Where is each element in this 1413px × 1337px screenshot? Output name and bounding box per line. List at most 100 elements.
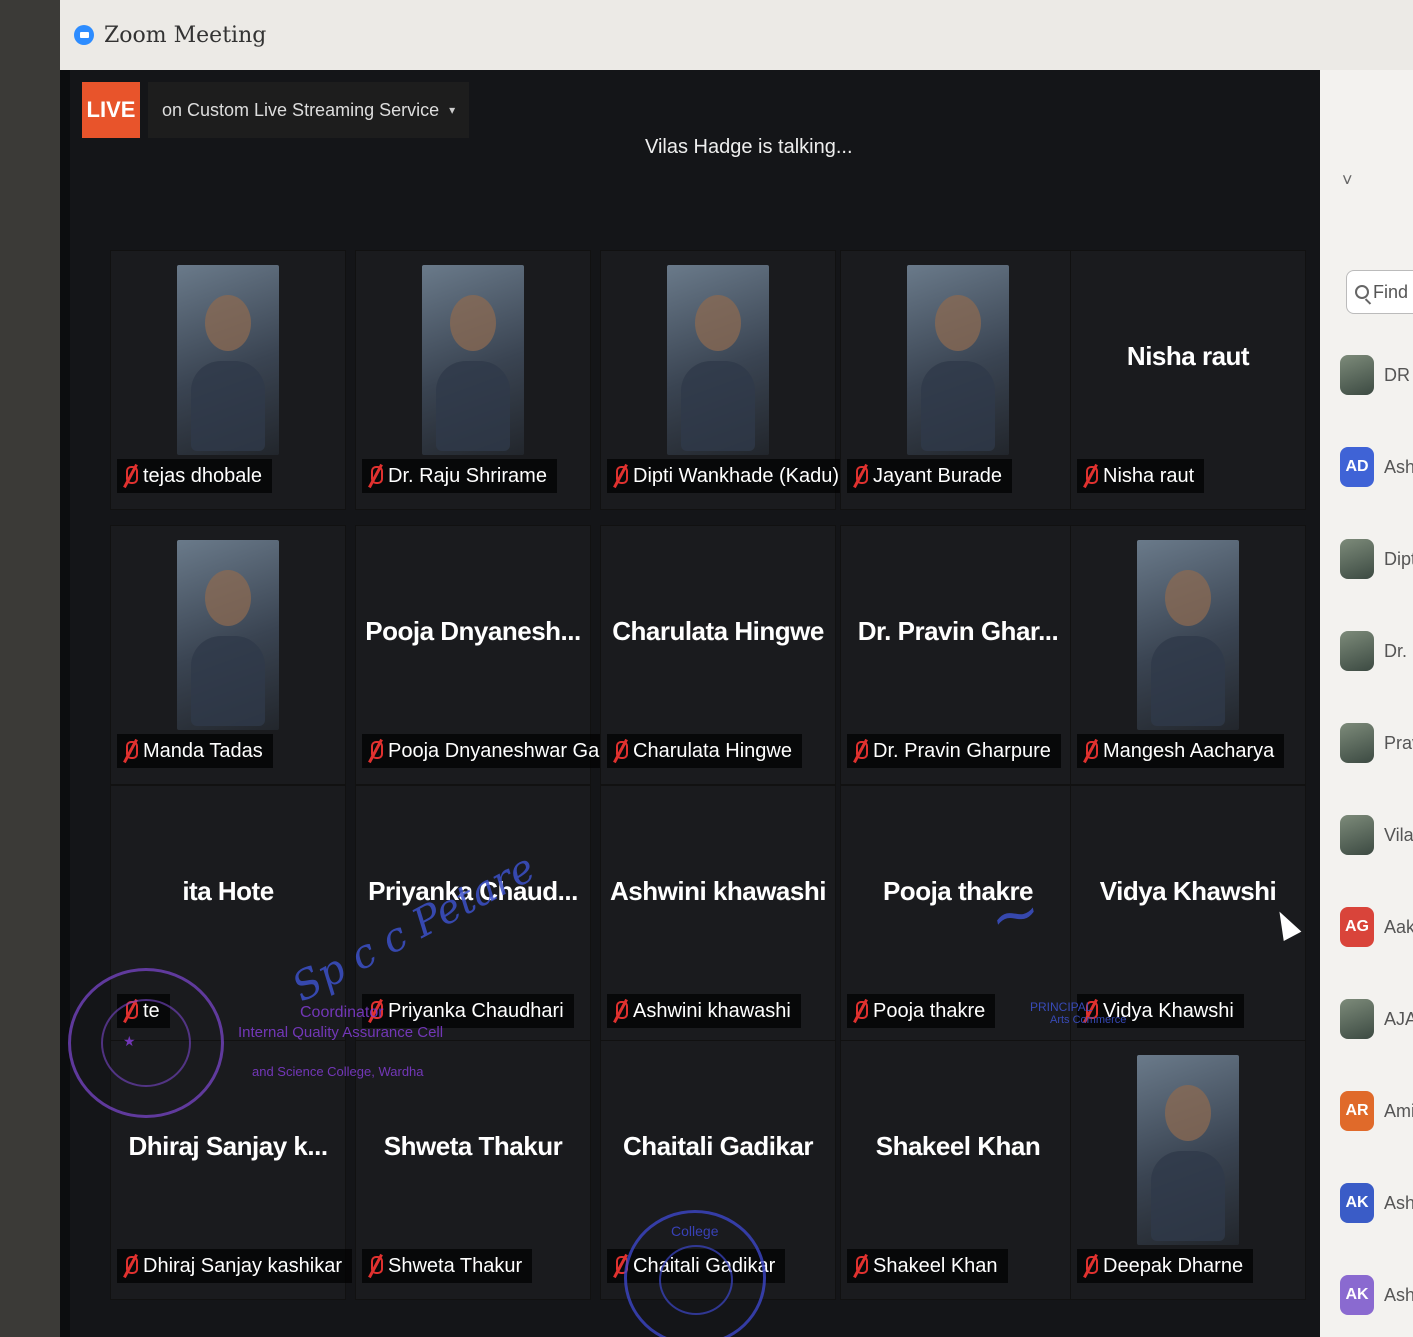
- participant-tile[interactable]: Manda Tadas: [110, 525, 346, 785]
- participant-tile[interactable]: Shakeel Khan Shakeel Khan: [840, 1040, 1076, 1300]
- participant-display-name: Nisha raut: [1126, 341, 1250, 371]
- participant-display-name: Dr. Pravin Ghar...: [857, 616, 1059, 646]
- avatar: [1340, 999, 1374, 1039]
- participant-list-item[interactable]: AR Amit R: [1340, 1091, 1413, 1131]
- participant-display-name: Dhiraj Sanjay k...: [128, 1131, 328, 1161]
- participant-display-name: Ashwini khawashi: [610, 876, 826, 906]
- video-gallery: LIVE on Custom Live Streaming Service ▾ …: [70, 70, 1320, 1337]
- participant-list-item[interactable]: Dr. I: [1340, 631, 1413, 671]
- mic-muted-icon: [1083, 739, 1098, 763]
- mic-muted-icon: [613, 464, 628, 488]
- participant-display-name: ita Hote: [182, 876, 274, 906]
- participant-tile[interactable]: Nisha raut Nisha raut: [1070, 250, 1306, 510]
- window-title: Zoom Meeting: [104, 22, 267, 48]
- participant-list-name: DR: [1384, 364, 1410, 385]
- participant-name-tag: Manda Tadas: [117, 734, 273, 768]
- find-participant-input[interactable]: Find: [1346, 270, 1413, 314]
- participant-name-tag: Mangesh Aacharya: [1077, 734, 1285, 768]
- search-icon: [1355, 285, 1369, 299]
- participant-list-item[interactable]: Dipt: [1340, 539, 1413, 579]
- participant-name-tag: Priyanka Chaudhari: [362, 994, 574, 1028]
- participant-tile[interactable]: Jayant Burade: [840, 250, 1076, 510]
- participant-display-name: Shakeel Khan: [875, 1131, 1041, 1161]
- participant-list-item[interactable]: AJAY: [1340, 999, 1413, 1039]
- avatar: [1340, 355, 1374, 395]
- principal-label: PRINCIPAL: [1030, 1000, 1093, 1014]
- participant-tile[interactable]: Pooja Dnyanesh... Pooja Dnyaneshwar Gadge: [355, 525, 643, 785]
- monitor-bezel: [0, 0, 60, 1337]
- participant-name: Nisha raut: [1103, 464, 1195, 487]
- iqac-label: Internal Quality Assurance Cell: [238, 1024, 444, 1041]
- participant-name-tag: tejas dhobale: [117, 459, 272, 493]
- participant-list-name: Ashles: [1384, 1192, 1413, 1213]
- participant-list-name: Dipt: [1384, 548, 1413, 569]
- avatar: AG: [1340, 907, 1374, 947]
- participant-name-tag: Shweta Thakur: [362, 1249, 533, 1283]
- chevron-down-icon: ▾: [449, 103, 456, 117]
- find-placeholder: Find: [1373, 281, 1409, 302]
- participant-list-name: Ashwin: [1384, 1284, 1413, 1305]
- participant-list-item[interactable]: Vilas: [1340, 815, 1413, 855]
- participant-list-item[interactable]: AD Ash: [1340, 447, 1413, 487]
- participant-name-tag: Pooja thakre: [847, 994, 996, 1028]
- seal-label: College: [671, 1223, 719, 1239]
- participant-video: [907, 265, 1009, 455]
- participant-tile[interactable]: Dr. Raju Shrirame: [355, 250, 591, 510]
- active-speaker-indicator: Vilas Hadge is talking...: [645, 136, 853, 158]
- participant-tile[interactable]: Mangesh Aacharya: [1070, 525, 1306, 785]
- participant-tile[interactable]: Dr. Pravin Ghar... Dr. Pravin Gharpure: [840, 525, 1076, 785]
- participant-name-tag: Nisha raut: [1077, 459, 1205, 493]
- participant-name: Priyanka Chaudhari: [388, 999, 564, 1022]
- participant-list-item[interactable]: AK Ashwin: [1340, 1275, 1413, 1315]
- mic-muted-icon: [368, 739, 383, 763]
- participant-video: [177, 540, 279, 730]
- participants-panel: ˅ Find DRADAshDiptDr. IPravVilasAGAakarA…: [1320, 70, 1413, 1337]
- participant-list-item[interactable]: DR: [1340, 355, 1410, 395]
- participant-display-name: Chaitali Gadikar: [623, 1131, 813, 1161]
- participant-name: Pooja Dnyaneshwar Gadge: [388, 739, 633, 762]
- participant-list-name: Dr. I: [1384, 640, 1413, 661]
- participant-display-name: Shweta Thakur: [383, 1131, 563, 1161]
- participant-tile[interactable]: Shweta Thakur Shweta Thakur: [355, 1040, 591, 1300]
- avatar: AD: [1340, 447, 1374, 487]
- live-stream-dropdown[interactable]: on Custom Live Streaming Service ▾: [148, 82, 470, 138]
- participant-list-item[interactable]: AK Ashles: [1340, 1183, 1413, 1223]
- mic-muted-icon: [123, 739, 138, 763]
- participant-list-item[interactable]: AG Aakar: [1340, 907, 1413, 947]
- live-badge[interactable]: LIVE: [82, 82, 140, 138]
- participant-tile[interactable]: Deepak Dharne: [1070, 1040, 1306, 1300]
- participant-name: Mangesh Aacharya: [1103, 739, 1275, 762]
- participant-name: Dipti Wankhade (Kadu): [633, 464, 840, 487]
- participant-name-tag: Shakeel Khan: [847, 1249, 1008, 1283]
- participant-name: Pooja thakre: [873, 999, 986, 1022]
- participant-tile[interactable]: Dipti Wankhade (Kadu): [600, 250, 850, 510]
- participant-name: Deepak Dharne: [1103, 1254, 1244, 1277]
- participant-video: [1137, 1055, 1239, 1245]
- participant-tile[interactable]: tejas dhobale: [110, 250, 346, 510]
- mic-muted-icon: [853, 999, 868, 1023]
- chevron-down-icon[interactable]: ˅: [1342, 170, 1353, 191]
- participant-list-item[interactable]: Prav: [1340, 723, 1413, 763]
- participant-tile[interactable]: Charulata Hingwe Charulata Hingwe: [600, 525, 836, 785]
- participant-name: Charulata Hingwe: [633, 739, 792, 762]
- participant-video: [1137, 540, 1239, 730]
- commerce-label: Arts Commerce: [1050, 1014, 1127, 1026]
- participant-name: tejas dhobale: [143, 464, 262, 487]
- mic-muted-icon: [368, 464, 383, 488]
- participant-video: [422, 265, 524, 455]
- participant-name: Jayant Burade: [873, 464, 1002, 487]
- participant-display-name: Pooja thakre: [882, 876, 1034, 906]
- participant-tile[interactable]: Ashwini khawashi Ashwini khawashi: [600, 785, 836, 1045]
- mic-muted-icon: [123, 1254, 138, 1278]
- participant-name-tag: Dipti Wankhade (Kadu): [607, 459, 850, 493]
- participant-list-name: Aakar: [1384, 916, 1413, 937]
- participant-list-name: Prav: [1384, 732, 1413, 753]
- avatar: AK: [1340, 1183, 1374, 1223]
- mic-muted-icon: [1083, 464, 1098, 488]
- participant-name-tag: Dr. Raju Shrirame: [362, 459, 557, 493]
- participant-list-name: Vilas: [1384, 824, 1413, 845]
- coordinator-label: Coordinator: [300, 1004, 384, 1021]
- participant-name: Ashwini khawashi: [633, 999, 791, 1022]
- participant-name: Shweta Thakur: [388, 1254, 523, 1277]
- participant-name: Manda Tadas: [143, 739, 263, 762]
